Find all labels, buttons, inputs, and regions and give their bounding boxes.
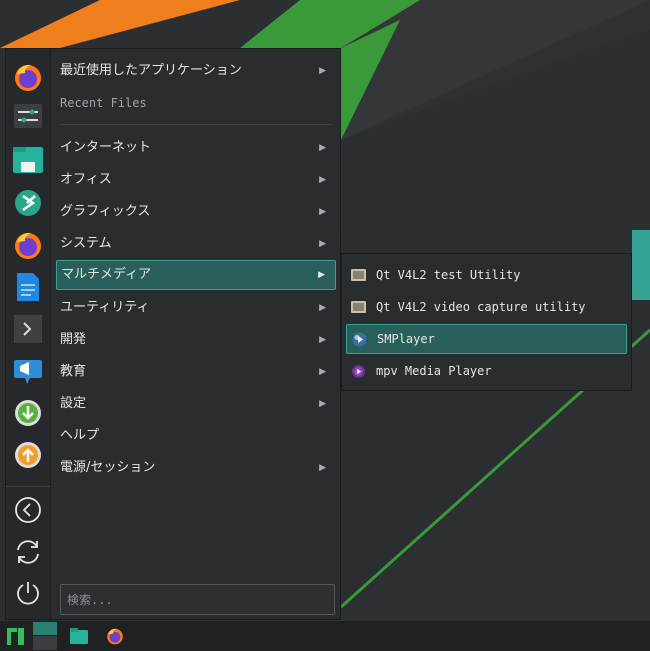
submenu-arrow-icon: ▶ bbox=[319, 207, 326, 217]
category-power-session[interactable]: 電源/セッション ▶ bbox=[56, 453, 336, 483]
document-icon[interactable] bbox=[12, 271, 44, 303]
submenu-arrow-icon: ▶ bbox=[319, 175, 326, 185]
settings-manager-icon[interactable] bbox=[12, 100, 44, 132]
submenu-item-qvidcap[interactable]: Qt V4L2 video capture utility bbox=[346, 292, 627, 322]
reboot-icon[interactable] bbox=[12, 536, 44, 568]
mpv-icon bbox=[352, 365, 365, 378]
category-office[interactable]: オフィス ▶ bbox=[56, 165, 336, 195]
firefox-icon[interactable] bbox=[102, 621, 128, 651]
category-label: Recent Files bbox=[60, 96, 147, 110]
download-icon[interactable] bbox=[12, 397, 44, 429]
firefox-icon[interactable] bbox=[12, 229, 44, 261]
terminal-icon[interactable] bbox=[12, 313, 44, 345]
category-graphics[interactable]: グラフィックス ▶ bbox=[56, 197, 336, 227]
category-label: ユーティリティ bbox=[60, 300, 150, 315]
power-icon[interactable] bbox=[12, 577, 44, 609]
category-label: インターネット bbox=[60, 140, 152, 155]
file-manager-icon[interactable] bbox=[66, 621, 92, 651]
submenu-item-label: SMPlayer bbox=[377, 332, 435, 346]
announcement-icon[interactable] bbox=[12, 354, 44, 386]
category-internet[interactable]: インターネット ▶ bbox=[56, 133, 336, 163]
category-settings[interactable]: 設定 ▶ bbox=[56, 389, 336, 419]
pager-desktop-2[interactable] bbox=[32, 636, 57, 650]
category-recent-files[interactable]: Recent Files bbox=[56, 88, 336, 118]
category-label: オフィス bbox=[60, 172, 112, 187]
category-help[interactable]: ヘルプ bbox=[56, 421, 336, 451]
search-input[interactable] bbox=[60, 584, 335, 615]
kvantum-icon[interactable] bbox=[12, 187, 44, 219]
submenu-item-qv4l2[interactable]: Qt V4L2 test Utility bbox=[346, 260, 627, 290]
taskbar bbox=[0, 620, 650, 651]
category-label: 設定 bbox=[60, 396, 87, 411]
application-menu: 最近使用したアプリケーション ▶ Recent Files インターネット ▶ … bbox=[5, 48, 341, 620]
category-label: システム bbox=[60, 236, 112, 251]
favorites-separator bbox=[6, 486, 50, 487]
update-icon[interactable] bbox=[12, 439, 44, 471]
submenu-item-label: Qt V4L2 video capture utility bbox=[376, 300, 586, 314]
submenu-arrow-icon: ▶ bbox=[319, 303, 326, 313]
qv4l2-icon bbox=[351, 269, 366, 281]
submenu-arrow-icon: ▶ bbox=[318, 270, 325, 280]
category-label: 最近使用したアプリケーション bbox=[60, 63, 242, 78]
submenu-arrow-icon: ▶ bbox=[319, 335, 326, 345]
submenu-arrow-icon: ▶ bbox=[319, 143, 326, 153]
category-label: ヘルプ bbox=[60, 428, 100, 443]
submenu-arrow-icon: ▶ bbox=[319, 399, 326, 409]
category-education[interactable]: 教育 ▶ bbox=[56, 357, 336, 387]
category-recent-applications[interactable]: 最近使用したアプリケーション ▶ bbox=[56, 56, 336, 86]
submenu-arrow-icon: ▶ bbox=[319, 239, 326, 249]
category-separator bbox=[60, 124, 332, 125]
category-label: 電源/セッション bbox=[60, 460, 156, 475]
logout-icon[interactable] bbox=[12, 494, 44, 526]
submenu-item-smplayer[interactable]: SMPlayer bbox=[346, 324, 627, 354]
submenu-item-label: Qt V4L2 test Utility bbox=[376, 268, 521, 282]
category-development[interactable]: 開発 ▶ bbox=[56, 325, 336, 355]
qvidcap-icon bbox=[351, 301, 366, 313]
file-manager-icon[interactable] bbox=[12, 143, 44, 175]
submenu-arrow-icon: ▶ bbox=[319, 367, 326, 377]
submenu-arrow-icon: ▶ bbox=[319, 66, 326, 76]
favorites-column bbox=[6, 49, 51, 619]
category-utilities[interactable]: ユーティリティ ▶ bbox=[56, 293, 336, 323]
category-label: マルチメディア bbox=[61, 267, 152, 282]
multimedia-submenu: Qt V4L2 test Utility Qt V4L2 video captu… bbox=[341, 253, 632, 391]
category-multimedia[interactable]: マルチメディア ▶ bbox=[56, 260, 336, 290]
category-label: グラフィックス bbox=[60, 204, 151, 219]
desktop-pager[interactable] bbox=[32, 621, 57, 651]
submenu-item-label: mpv Media Player bbox=[376, 364, 492, 378]
firefox-icon[interactable] bbox=[12, 61, 44, 93]
category-system[interactable]: システム ▶ bbox=[56, 229, 336, 259]
smplayer-icon bbox=[352, 332, 367, 347]
category-label: 教育 bbox=[60, 364, 87, 379]
manjaro-menu-icon[interactable] bbox=[4, 621, 26, 651]
pager-desktop-1[interactable] bbox=[32, 622, 57, 635]
category-label: 開発 bbox=[60, 332, 87, 347]
submenu-item-mpv[interactable]: mpv Media Player bbox=[346, 356, 627, 386]
submenu-arrow-icon: ▶ bbox=[319, 463, 326, 473]
